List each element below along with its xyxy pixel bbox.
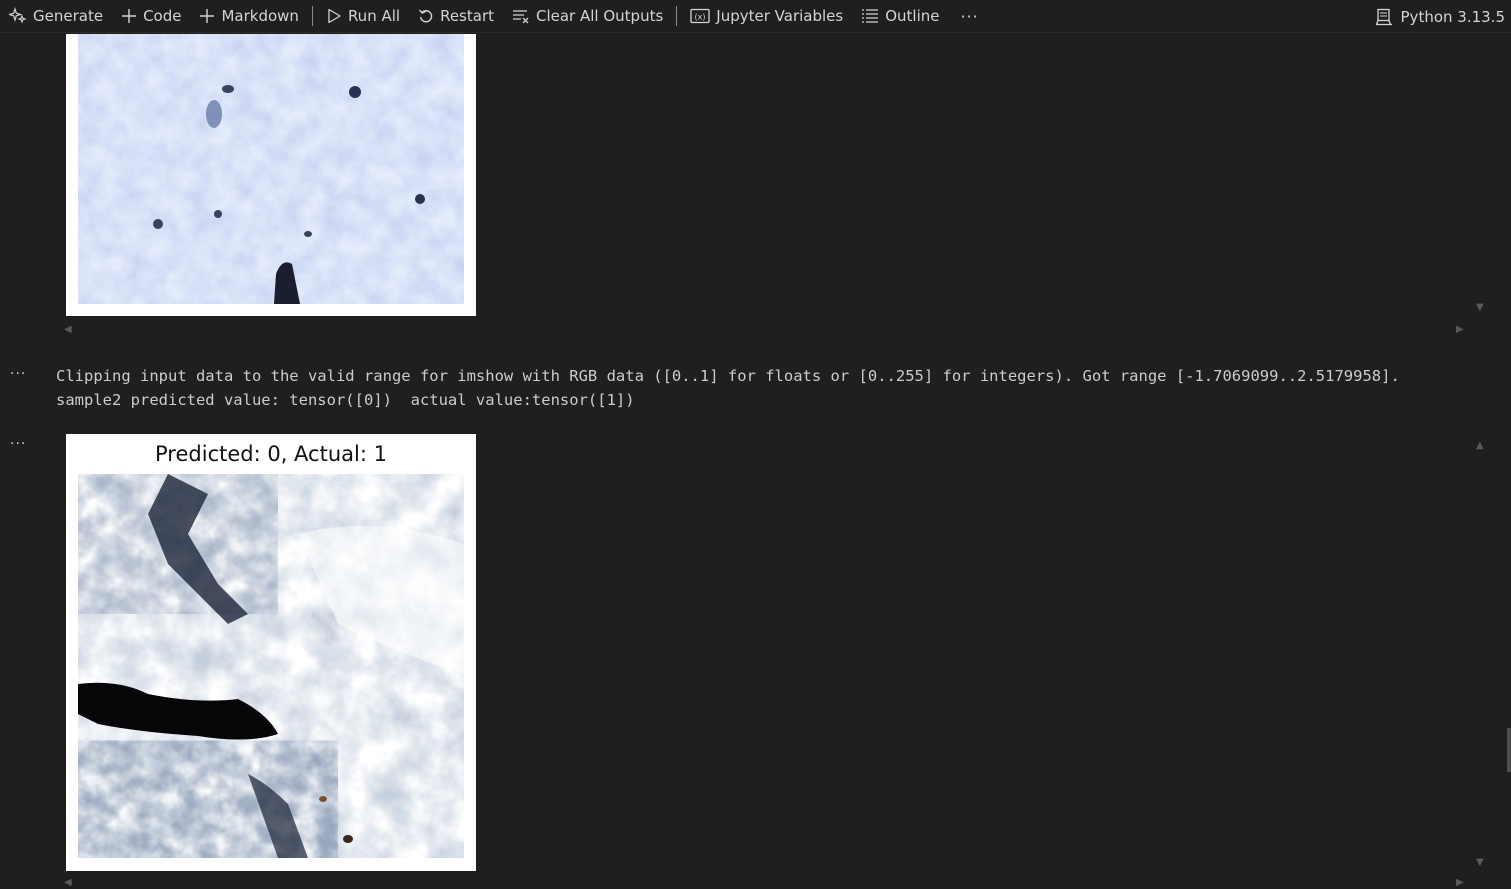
output-collapse-button[interactable]: ··· xyxy=(10,366,26,382)
notebook-toolbar: Generate Code Markdown Run All Restart C… xyxy=(0,0,1511,33)
plot-image xyxy=(78,474,464,858)
plus-icon xyxy=(200,9,215,23)
jupyter-variables-label: Jupyter Variables xyxy=(716,7,844,25)
image-output xyxy=(66,34,476,316)
generate-button[interactable]: Generate xyxy=(0,0,112,33)
restart-icon xyxy=(419,9,433,23)
clear-all-outputs-label: Clear All Outputs xyxy=(536,7,664,25)
scroll-left-arrow[interactable]: ◀ xyxy=(64,877,72,888)
jupyter-variables-button[interactable]: (x) Jupyter Variables xyxy=(681,0,852,33)
run-all-button[interactable]: Run All xyxy=(317,0,409,33)
restart-button[interactable]: Restart xyxy=(409,0,503,33)
outline-icon xyxy=(862,9,879,23)
plot-title: Predicted: 0, Actual: 1 xyxy=(155,442,387,466)
editor-scrollbar-thumb[interactable] xyxy=(1507,728,1511,772)
scroll-down-arrow[interactable]: ▼ xyxy=(1476,857,1484,868)
kernel-label: Python 3.13.5 xyxy=(1400,7,1505,26)
toolbar-divider xyxy=(311,6,313,26)
satellite-texture-image xyxy=(78,34,464,304)
clear-outputs-icon xyxy=(513,10,529,24)
clear-all-outputs-button[interactable]: Clear All Outputs xyxy=(503,0,672,33)
more-icon: ··· xyxy=(960,6,979,26)
outline-button[interactable]: Outline xyxy=(852,0,948,33)
generate-label: Generate xyxy=(33,7,104,25)
toolbar-divider xyxy=(676,6,678,26)
sparkle-icon xyxy=(9,7,27,24)
plot-image xyxy=(78,34,464,304)
add-markdown-cell-button[interactable]: Markdown xyxy=(190,0,307,33)
satellite-texture-image xyxy=(78,474,464,858)
output-collapse-button[interactable]: ··· xyxy=(10,436,26,452)
output-stream: Clipping input data to the valid range f… xyxy=(56,364,1476,412)
scroll-right-arrow[interactable]: ▶ xyxy=(1456,324,1464,335)
image-output: Predicted: 0, Actual: 1 xyxy=(66,434,476,871)
markdown-label: Markdown xyxy=(221,7,299,25)
scroll-right-arrow[interactable]: ▶ xyxy=(1456,877,1464,888)
scroll-left-arrow[interactable]: ◀ xyxy=(64,324,72,335)
kernel-picker[interactable]: Python 3.13.5 xyxy=(1375,0,1505,33)
stderr-line: Clipping input data to the valid range f… xyxy=(56,367,1400,385)
add-code-cell-button[interactable]: Code xyxy=(112,0,190,33)
scroll-up-arrow[interactable]: ▲ xyxy=(1476,440,1484,451)
run-all-label: Run All xyxy=(347,7,401,25)
kernel-icon xyxy=(1375,8,1392,25)
scroll-down-arrow[interactable]: ▼ xyxy=(1476,302,1484,313)
outline-label: Outline xyxy=(885,7,940,25)
plus-icon xyxy=(122,9,137,23)
stdout-line: sample2 predicted value: tensor([0]) act… xyxy=(56,391,635,409)
variables-icon: (x) xyxy=(690,8,710,24)
svg-text:(x): (x) xyxy=(695,13,706,22)
code-label: Code xyxy=(143,7,182,25)
restart-label: Restart xyxy=(440,7,494,25)
play-icon xyxy=(328,8,341,24)
more-actions-button[interactable]: ··· xyxy=(948,7,990,26)
